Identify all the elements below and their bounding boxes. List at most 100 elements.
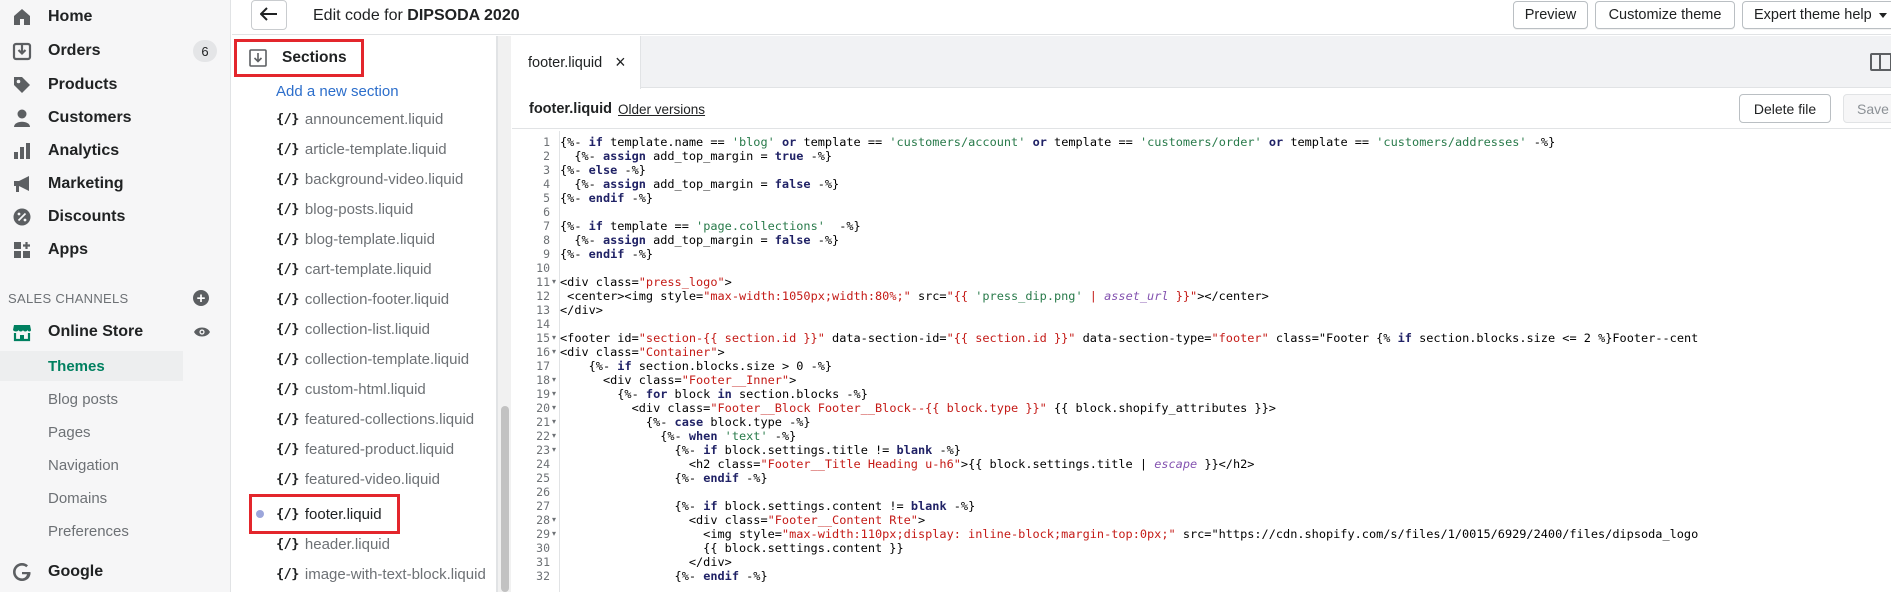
- fold-arrow-icon[interactable]: ▾: [552, 513, 556, 527]
- code-line[interactable]: <div class="Footer__Inner">: [560, 373, 796, 387]
- code-line[interactable]: {%- if template == 'page.collections' -%…: [560, 219, 861, 233]
- fold-arrow-icon[interactable]: ▾: [552, 345, 556, 359]
- fold-arrow-icon[interactable]: ▾: [552, 527, 556, 541]
- expert-theme-help-button[interactable]: Expert theme help: [1742, 1, 1891, 29]
- file-name: announcement.liquid: [304, 110, 444, 128]
- nav-sub-blog-posts[interactable]: Blog posts: [0, 384, 183, 414]
- customize-theme-button[interactable]: Customize theme: [1595, 1, 1735, 29]
- file-item[interactable]: {/} cart-template.liquid: [276, 257, 432, 281]
- code-line[interactable]: {%- if section.blocks.size > 0 -%}: [560, 359, 832, 373]
- code-line[interactable]: {{ block.settings.content }}: [560, 541, 903, 555]
- line-number: 32: [536, 569, 550, 583]
- file-name: collection-list.liquid: [304, 320, 430, 338]
- code-line[interactable]: <div class="press_logo">: [560, 275, 732, 289]
- scrollbar-thumb[interactable]: [501, 406, 509, 592]
- nav-customers[interactable]: Customers: [0, 103, 231, 133]
- nav-sub-pages[interactable]: Pages: [0, 417, 183, 447]
- save-button[interactable]: Save: [1843, 94, 1891, 123]
- file-item[interactable]: {/} header.liquid: [276, 532, 390, 556]
- file-item[interactable]: {/} collection-footer.liquid: [276, 287, 449, 311]
- file-item[interactable]: {/} article-template.liquid: [276, 137, 447, 161]
- fold-arrow-icon[interactable]: ▾: [552, 401, 556, 415]
- preview-button[interactable]: Preview: [1513, 1, 1588, 29]
- fold-arrow-icon[interactable]: ▾: [552, 443, 556, 457]
- code-area[interactable]: 1 2 3 4 5 6 7 8 9 10 11 ▾ 12 13 14 15 ▾ 16 ▾ 17 18 ▾ 19 ▾ 20 ▾ 21 ▾…: [512, 131, 1891, 592]
- code-line[interactable]: {%- case block.type -%}: [560, 415, 811, 429]
- sections-folder[interactable]: Sections: [234, 39, 364, 77]
- nav-google[interactable]: Google: [0, 557, 231, 587]
- nav-sub-preferences[interactable]: Preferences: [0, 516, 183, 546]
- google-icon: [11, 561, 33, 583]
- code-line[interactable]: {%- endif -%}: [560, 191, 653, 205]
- add-sales-channel-button[interactable]: +: [193, 290, 209, 306]
- nav-label: Google: [48, 563, 104, 580]
- code-line[interactable]: {%- endif -%}: [560, 247, 653, 261]
- file-item[interactable]: {/} blog-template.liquid: [276, 227, 435, 251]
- file-item[interactable]: {/} custom-html.liquid: [276, 377, 426, 401]
- back-button[interactable]: [251, 0, 287, 30]
- code-line[interactable]: {%- else -%}: [560, 163, 646, 177]
- file-tree-scrollbar[interactable]: [497, 36, 511, 592]
- code-line[interactable]: <center><img style="max-width:1050px;wid…: [560, 289, 1269, 303]
- fold-arrow-icon[interactable]: ▾: [552, 275, 556, 289]
- file-item[interactable]: {/} collection-template.liquid: [276, 347, 469, 371]
- fold-arrow-icon[interactable]: ▾: [552, 373, 556, 387]
- file-item[interactable]: {/} featured-product.liquid: [276, 437, 454, 461]
- close-icon[interactable]: ×: [615, 52, 626, 73]
- nav-orders[interactable]: Orders 6: [0, 36, 231, 66]
- eye-icon[interactable]: [193, 325, 211, 337]
- nav-label: Customers: [48, 109, 132, 126]
- nav-sub-navigation[interactable]: Navigation: [0, 450, 183, 480]
- file-item[interactable]: {/} featured-video.liquid: [276, 467, 440, 491]
- fold-arrow-icon[interactable]: ▾: [552, 331, 556, 345]
- code-line[interactable]: <img style="max-width:110px;display: inl…: [560, 527, 1698, 541]
- code-line[interactable]: {%- for block in section.blocks -%}: [560, 387, 868, 401]
- delete-file-button[interactable]: Delete file: [1739, 94, 1831, 123]
- liquid-file-icon: {/}: [276, 536, 299, 552]
- code-line[interactable]: {%- endif -%}: [560, 471, 768, 485]
- nav-home[interactable]: Home: [0, 2, 231, 32]
- fold-arrow-icon[interactable]: ▾: [552, 387, 556, 401]
- file-item[interactable]: {/} image-with-text-block.liquid: [276, 562, 486, 586]
- code-line[interactable]: {%- if template.name == 'blog' or templa…: [560, 135, 1555, 149]
- file-item[interactable]: {/} featured-collections.liquid: [276, 407, 474, 431]
- split-view-icon[interactable]: [1869, 52, 1891, 72]
- fold-arrow-icon[interactable]: ▾: [552, 415, 556, 429]
- apps-icon: [11, 239, 33, 261]
- code-line[interactable]: <footer id="section-{{ section.id }}" da…: [560, 331, 1698, 345]
- code-line[interactable]: {%- assign add_top_margin = true -%}: [560, 149, 832, 163]
- code-line[interactable]: <div class="Footer__Content Rte">: [560, 513, 925, 527]
- file-item[interactable]: {/} blog-posts.liquid: [276, 197, 413, 221]
- nav-products[interactable]: Products: [0, 70, 231, 100]
- liquid-file-icon: {/}: [276, 441, 299, 457]
- code-line[interactable]: {%- assign add_top_margin = false -%}: [560, 233, 839, 247]
- nav-sub-themes[interactable]: Themes: [0, 351, 183, 381]
- nav-marketing[interactable]: Marketing: [0, 169, 231, 199]
- nav-apps[interactable]: Apps: [0, 235, 231, 265]
- line-number: 27: [536, 499, 550, 513]
- code-line[interactable]: </div>: [560, 303, 603, 317]
- file-item[interactable]: {/} announcement.liquid: [276, 107, 443, 131]
- code-line[interactable]: </div>: [560, 555, 732, 569]
- nav-analytics[interactable]: Analytics: [0, 136, 231, 166]
- fold-arrow-icon[interactable]: ▾: [552, 429, 556, 443]
- code-line[interactable]: {%- if block.settings.content != blank -…: [560, 499, 976, 513]
- code-line[interactable]: {%- when 'text' -%}: [560, 429, 796, 443]
- line-number: 15: [536, 331, 550, 345]
- code-line[interactable]: <div class="Footer__Block Footer__Block-…: [560, 401, 1276, 415]
- nav-sub-domains[interactable]: Domains: [0, 483, 183, 513]
- code-line[interactable]: {%- assign add_top_margin = false -%}: [560, 177, 839, 191]
- older-versions-link[interactable]: Older versions: [618, 102, 705, 117]
- file-item-selected[interactable]: {/} footer.liquid: [276, 502, 382, 526]
- code-line[interactable]: <div class="Container">: [560, 345, 725, 359]
- code-line[interactable]: {%- endif -%}: [560, 569, 768, 583]
- code-line[interactable]: <h2 class="Footer__Title Heading u-h6">{…: [560, 457, 1255, 471]
- code-line[interactable]: {%- if block.settings.title != blank -%}: [560, 443, 961, 457]
- add-new-section-link[interactable]: Add a new section: [276, 83, 399, 100]
- line-number: 5: [543, 191, 550, 205]
- nav-discounts[interactable]: Discounts: [0, 202, 231, 232]
- tab-footer-liquid[interactable]: footer.liquid ×: [512, 36, 641, 89]
- file-item[interactable]: {/} collection-list.liquid: [276, 317, 430, 341]
- nav-label: Discounts: [48, 208, 126, 225]
- file-item[interactable]: {/} background-video.liquid: [276, 167, 463, 191]
